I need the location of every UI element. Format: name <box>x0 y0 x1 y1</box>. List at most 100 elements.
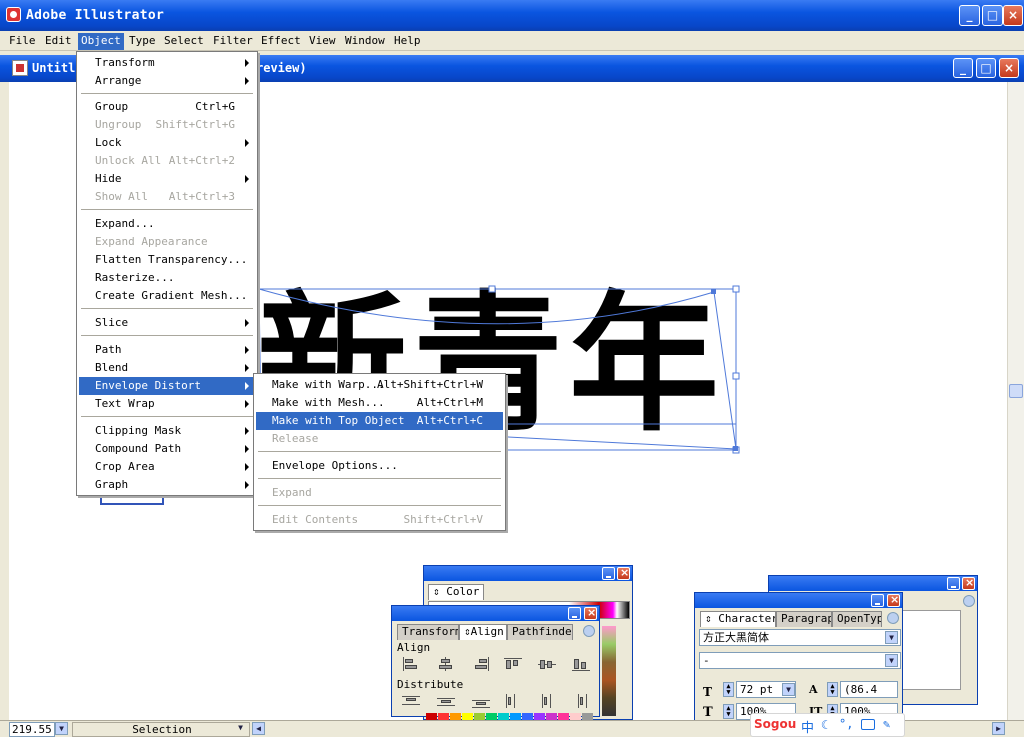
align-palette-minimize-button[interactable] <box>568 607 581 620</box>
background-palette-menu-button[interactable] <box>963 595 975 607</box>
status-tool-field[interactable]: Selection <box>72 722 250 737</box>
close-button[interactable]: × <box>1003 5 1023 26</box>
color-palette-titlebar[interactable] <box>424 566 632 581</box>
menu-view[interactable]: View <box>306 33 339 50</box>
menu-item-flatten-transparency[interactable]: Flatten Transparency... <box>79 251 255 269</box>
font-size-spinner[interactable]: ▲ ▼ <box>723 682 734 697</box>
background-palette-list[interactable] <box>899 610 961 690</box>
menu-item-text-wrap[interactable]: Text Wrap <box>79 395 255 413</box>
leading-field[interactable]: (86.4 <box>840 681 898 698</box>
color-palette-close-button[interactable] <box>617 566 630 580</box>
menu-item-arrange[interactable]: Arrange <box>79 72 255 90</box>
distribute-right-icon[interactable] <box>572 694 590 708</box>
document-title-left: Untitl <box>32 61 76 75</box>
background-palette-titlebar[interactable] <box>769 576 977 591</box>
tab-pathfinder[interactable]: Pathfinder <box>507 624 573 640</box>
menu-item-envelope-options[interactable]: Envelope Options... <box>256 457 503 475</box>
tab-align[interactable]: ⇕Align <box>459 624 507 640</box>
ime-punct-icon[interactable]: °, <box>839 717 853 731</box>
character-palette-close-button[interactable] <box>887 593 900 607</box>
align-bottom-icon[interactable] <box>572 657 590 671</box>
menu-select[interactable]: Select <box>161 33 207 50</box>
menu-item-group[interactable]: Group Ctrl+G <box>79 98 255 116</box>
menu-item-clipping-mask[interactable]: Clipping Mask <box>79 422 255 440</box>
distribute-left-icon[interactable] <box>504 694 522 708</box>
align-horizontal-center-icon[interactable] <box>437 657 455 671</box>
doc-maximize-button[interactable]: □ <box>976 58 996 78</box>
align-palette-menu-button[interactable] <box>583 625 595 637</box>
swatch-row[interactable] <box>426 713 602 721</box>
character-palette-minimize-button[interactable] <box>871 594 884 607</box>
hscroll-left-icon[interactable]: ◀ <box>252 722 265 735</box>
menu-effect[interactable]: Effect <box>258 33 304 50</box>
tab-character[interactable]: ⇕ Character <box>700 611 776 627</box>
align-palette-close-button[interactable] <box>584 606 597 620</box>
ime-moon-icon[interactable]: ☾ <box>821 718 828 732</box>
menu-item-rasterize[interactable]: Rasterize... <box>79 269 255 287</box>
menu-item-graph[interactable]: Graph <box>79 476 255 494</box>
menu-item-make-with-top-object[interactable]: Make with Top Object Alt+Ctrl+C <box>256 412 503 430</box>
tab-opentype[interactable]: OpenType <box>832 611 882 627</box>
menu-item-lock[interactable]: Lock <box>79 134 255 152</box>
status-tool-dropdown-icon[interactable]: ▼ <box>234 722 247 735</box>
character-palette-menu-button[interactable] <box>887 612 899 624</box>
menu-type[interactable]: Type <box>126 33 159 50</box>
menu-object[interactable]: Object <box>78 33 124 50</box>
font-family-select[interactable]: 方正大黑简体 <box>699 629 901 646</box>
color-palette-minimize-button[interactable] <box>602 567 615 580</box>
ime-mode-label[interactable]: 中 <box>801 717 814 736</box>
scroll-thumb[interactable] <box>1009 384 1023 398</box>
zoom-field[interactable]: 219.55 <box>9 722 55 737</box>
menu-item-create-gradient-mesh[interactable]: Create Gradient Mesh... <box>79 287 255 305</box>
menu-file[interactable]: File <box>6 33 39 50</box>
menu-edit[interactable]: Edit <box>42 33 75 50</box>
ime-keyboard-icon[interactable] <box>861 719 875 730</box>
distribute-top-icon[interactable] <box>402 694 420 708</box>
menu-item-blend[interactable]: Blend <box>79 359 255 377</box>
distribute-bottom-icon[interactable] <box>472 694 490 708</box>
vertical-scrollbar[interactable] <box>1007 82 1024 720</box>
menu-item-make-with-warp[interactable]: Make with Warp... Alt+Shift+Ctrl+W <box>256 376 503 394</box>
tab-paragraph[interactable]: Paragraph <box>776 611 832 627</box>
leading-spinner[interactable]: ▲ ▼ <box>827 682 838 697</box>
align-top-icon[interactable] <box>504 657 522 671</box>
minimize-button[interactable]: _ <box>959 5 980 26</box>
menu-item-path[interactable]: Path <box>79 341 255 359</box>
align-right-icon[interactable] <box>472 657 490 671</box>
align-vertical-center-icon[interactable] <box>538 657 556 671</box>
menu-filter[interactable]: Filter <box>210 33 256 50</box>
menu-item-hide[interactable]: Hide <box>79 170 255 188</box>
menu-item-make-with-mesh[interactable]: Make with Mesh... Alt+Ctrl+M <box>256 394 503 412</box>
ime-tools-icon[interactable]: ✎ <box>883 717 890 731</box>
menu-help[interactable]: Help <box>391 33 424 50</box>
doc-minimize-button[interactable]: _ <box>953 58 973 78</box>
maximize-button[interactable]: □ <box>982 5 1003 26</box>
menu-item-expand[interactable]: Expand... <box>79 215 255 233</box>
menu-item-transform[interactable]: Transform <box>79 54 255 72</box>
doc-close-button[interactable]: × <box>999 58 1019 78</box>
horizontal-scale-icon: T <box>703 705 713 720</box>
background-palette-close-button[interactable] <box>962 576 975 590</box>
distribute-vertical-center-icon[interactable] <box>437 694 455 708</box>
font-family-dropdown-icon[interactable]: ▼ <box>885 631 898 644</box>
menu-window[interactable]: Window <box>342 33 388 50</box>
horizontal-scale-spinner[interactable]: ▲ ▼ <box>723 704 734 719</box>
background-palette-minimize-button[interactable] <box>947 577 960 590</box>
menu-item-slice[interactable]: Slice <box>79 314 255 332</box>
menu-item-unlock-all: Unlock All Alt+Ctrl+2 <box>95 154 235 167</box>
distribute-horizontal-center-icon[interactable] <box>538 694 556 708</box>
tab-color[interactable]: ⇕ Color <box>428 584 485 600</box>
hscroll-right-icon[interactable]: ▶ <box>992 722 1005 735</box>
font-style-select[interactable]: - <box>699 652 901 669</box>
font-style-dropdown-icon[interactable]: ▼ <box>885 654 898 667</box>
swatch-strip[interactable] <box>602 626 616 716</box>
tab-transform[interactable]: Transform <box>397 624 459 640</box>
zoom-dropdown-icon[interactable]: ▼ <box>55 722 68 735</box>
menu-item-compound-path[interactable]: Compound Path <box>79 440 255 458</box>
align-left-icon[interactable] <box>402 657 420 671</box>
ime-toolbar[interactable]: Sogou 中 ☾ °, ✎ <box>750 713 905 737</box>
font-size-dropdown-icon[interactable]: ▼ <box>782 683 795 696</box>
menu-item-envelope-distort[interactable]: Envelope Distort <box>79 377 255 395</box>
menu-item-crop-area[interactable]: Crop Area <box>79 458 255 476</box>
menu-item-ungroup: Ungroup Shift+Ctrl+G <box>95 118 235 131</box>
